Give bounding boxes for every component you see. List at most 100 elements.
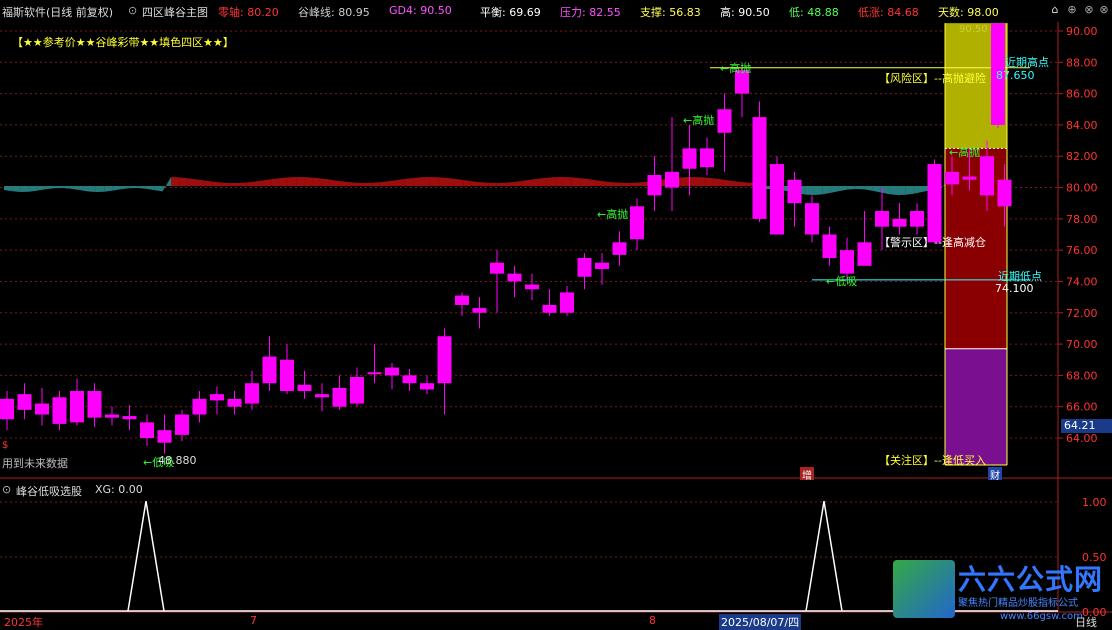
candle-body-39 — [682, 148, 697, 169]
ribbon-seg-37 — [312, 177, 322, 186]
ribbon-seg-75 — [630, 182, 639, 186]
chart-canvas[interactable]: 90.00 88.00 86.00 84.00 82.00 80.00 78.00 76.00… — [0, 0, 1112, 629]
ribbon-seg-98 — [822, 186, 831, 195]
ribbon-seg-87 — [730, 180, 739, 186]
ribbon-seg-40 — [338, 180, 347, 186]
ribbon-seg-7 — [62, 186, 71, 189]
ribbon-seg-76 — [638, 181, 647, 186]
ribbon-seg-0 — [4, 186, 13, 192]
candle-body-27 — [472, 308, 487, 313]
candle-body-31 — [542, 304, 557, 313]
ribbon-seg-26 — [221, 182, 230, 186]
cai-marker[interactable]: 财 — [988, 467, 1002, 482]
y-label-13: 64.00 — [1066, 432, 1098, 445]
candle-body-5 — [87, 391, 102, 418]
ribbon-seg-63 — [530, 178, 539, 186]
candle-body-17 — [297, 384, 312, 392]
ribbon-seg-29 — [246, 181, 255, 186]
ribbon-seg-106 — [889, 186, 898, 195]
sell-signal-1: ←高抛 — [720, 62, 752, 75]
y-label-7: 76.00 — [1066, 244, 1098, 257]
candle-body-18 — [315, 394, 329, 398]
ribbon-seg-12 — [104, 186, 113, 192]
candle-body-38 — [665, 171, 679, 188]
ribbon-seg-97 — [813, 186, 823, 195]
date-label-month8: 8 — [649, 614, 656, 627]
ribbon-seg-8 — [70, 186, 80, 191]
ribbon-seg-43 — [363, 182, 372, 186]
ribbon-seg-46 — [388, 180, 397, 186]
y-label-4: 82.00 — [1066, 150, 1098, 163]
sell-signal-3: ←高抛 — [597, 208, 629, 221]
candle-body-13 — [227, 398, 242, 407]
sell-signal-4: ←高抛 — [949, 146, 981, 159]
ribbon-seg-109 — [914, 186, 923, 194]
ribbon-seg-64 — [538, 177, 547, 186]
candle-body-41 — [717, 109, 732, 133]
candle-body-21 — [367, 372, 382, 375]
y-label-3: 84.00 — [1066, 119, 1098, 132]
ribbon-seg-88 — [738, 181, 748, 186]
ribbon-seg-39 — [329, 179, 338, 186]
ribbon-seg-68 — [571, 177, 581, 186]
ribbon-seg-47 — [396, 178, 405, 186]
ribbon-seg-18 — [154, 186, 163, 192]
y-label-10: 70.00 — [1066, 338, 1098, 351]
candle-body-8 — [140, 422, 154, 438]
warn-zone-label: 【警示区】--逢高减仓 — [879, 236, 986, 249]
ribbon-seg-34 — [287, 177, 297, 186]
y-label-0: 90.00 — [1066, 25, 1098, 38]
ribbon-seg-99 — [830, 186, 839, 193]
ribbon-seg-66 — [555, 177, 564, 186]
candle-body-50 — [875, 211, 889, 227]
ribbon-seg-32 — [271, 178, 280, 186]
candle-body-46 — [805, 203, 819, 235]
ribbon-seg-16 — [137, 186, 146, 189]
candle-body-0 — [0, 398, 14, 420]
candle-body-11 — [192, 398, 207, 415]
focus-zone-label: 【关注区】--逢低买入 — [879, 454, 986, 467]
banner-text: 【★★参考价★★谷峰彩带★★填色四区★★】 — [12, 36, 234, 49]
focus-zone — [945, 348, 1007, 465]
candle-body-34 — [595, 262, 609, 269]
ribbon-seg-25 — [212, 181, 222, 186]
watermark-slogan: 聚焦热门精品炒股指标公式 — [958, 598, 1078, 609]
candle-body-24 — [420, 383, 434, 390]
candle-body-16 — [280, 359, 294, 392]
sub-settings-icon[interactable]: ⊙ — [2, 483, 11, 496]
candle-body-52 — [910, 211, 924, 227]
candle-body-10 — [175, 414, 189, 435]
candle-body-22 — [385, 367, 399, 376]
ribbon-seg-30 — [254, 180, 263, 186]
ribbon-seg-20 — [171, 177, 180, 186]
candle-body-36 — [630, 206, 644, 240]
ribbon-seg-102 — [855, 186, 865, 190]
ribbon-seg-21 — [179, 177, 188, 186]
future-data-note: 用到未来数据 — [2, 457, 68, 470]
candle-body-3 — [52, 397, 67, 424]
ribbon-seg-6 — [54, 186, 63, 189]
ribbon-seg-1 — [12, 186, 21, 192]
ribbon-seg-14 — [120, 186, 130, 190]
ribbon-seg-69 — [580, 178, 589, 186]
candle-body-45 — [787, 179, 802, 204]
ribbon-seg-36 — [304, 177, 313, 186]
ribbon-seg-17 — [145, 186, 155, 191]
sell-signal-2: ←高抛 — [683, 114, 715, 127]
ribbon-seg-51 — [429, 177, 439, 186]
buy-signal-1: ←低吸 — [826, 275, 858, 288]
candle-body-28 — [490, 262, 504, 274]
candle-body-48 — [840, 250, 854, 274]
ribbon-seg-103 — [864, 186, 873, 191]
recent-high-value: 87.650 — [996, 69, 1035, 82]
watermark-logo-icon — [893, 560, 955, 618]
candle-body-37 — [647, 175, 662, 196]
ribbon-seg-101 — [847, 186, 856, 190]
zone-top-value: 90.50 — [959, 24, 988, 35]
ribbon-seg-74 — [621, 182, 631, 186]
sub-panel-title[interactable]: 峰谷低吸选股 — [16, 483, 82, 499]
y-label-5: 80.00 — [1066, 182, 1098, 195]
zeng-marker[interactable]: 增 — [800, 467, 814, 482]
ribbon-seg-85 — [713, 178, 723, 186]
sub-y-label-0: 1.00 — [1082, 496, 1107, 509]
